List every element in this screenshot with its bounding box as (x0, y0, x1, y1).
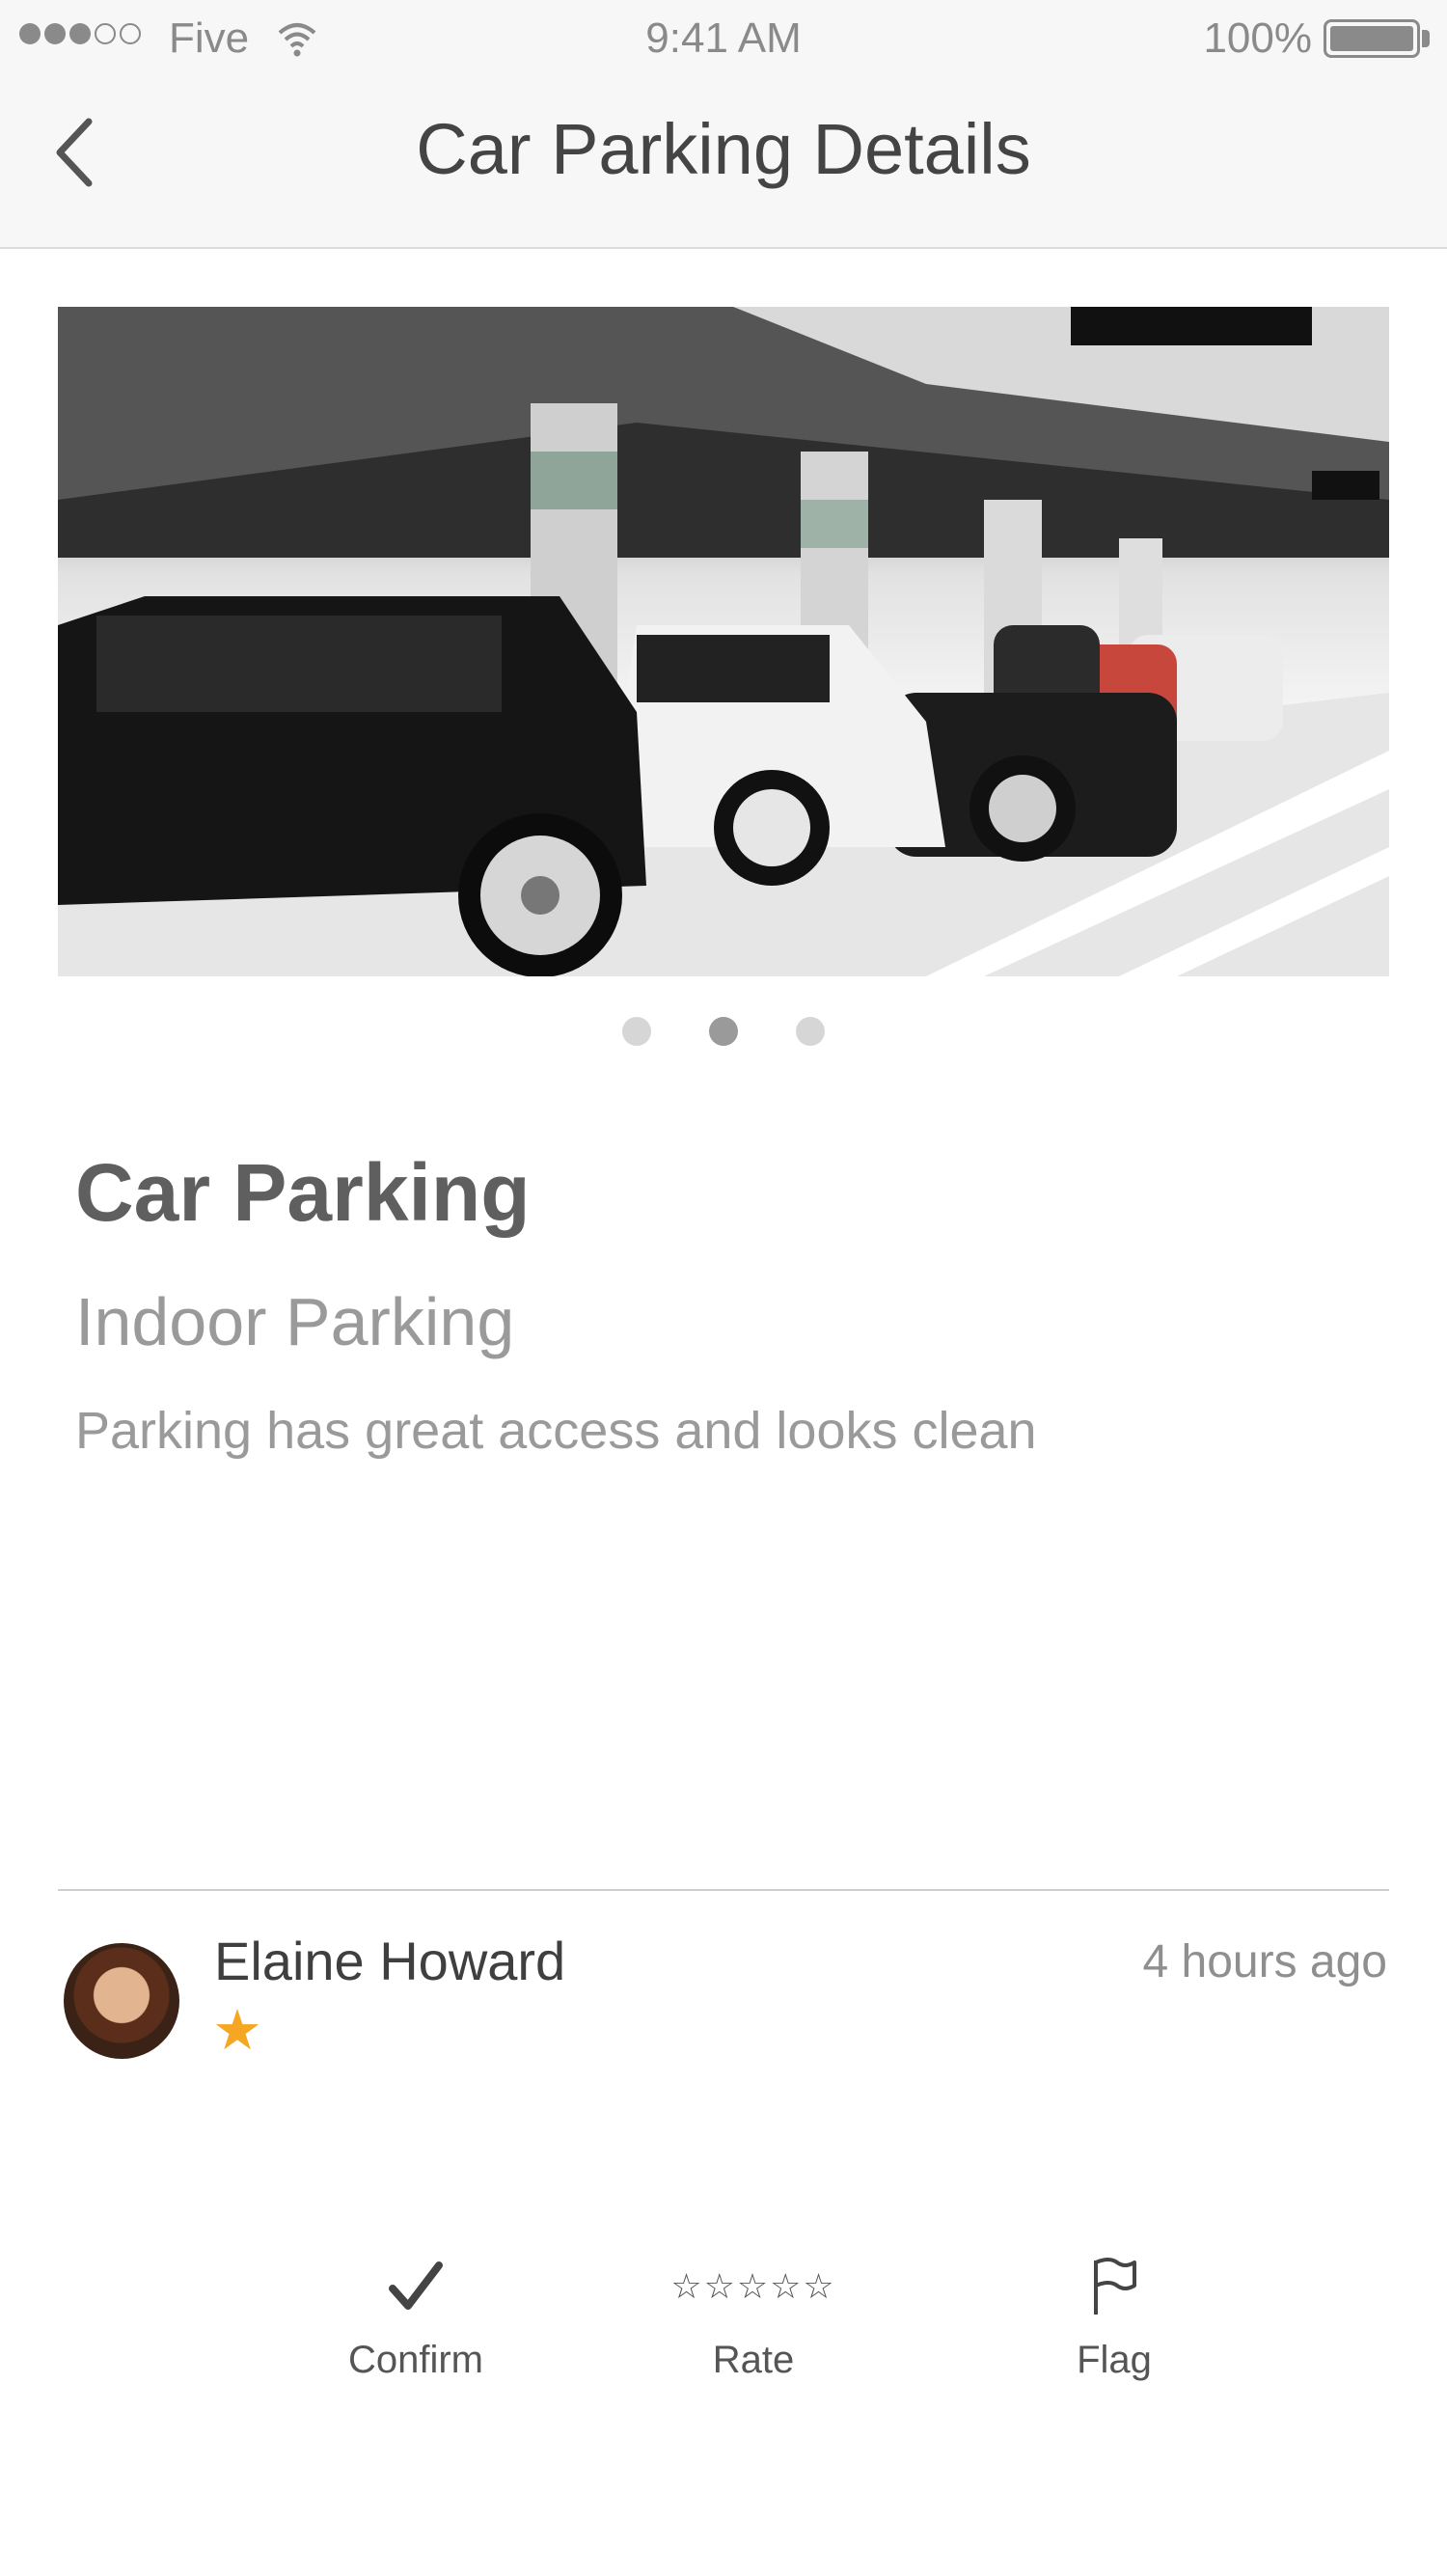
flag-label: Flag (1077, 2339, 1152, 2381)
battery-icon (1324, 19, 1420, 58)
rate-button[interactable]: ☆☆☆☆☆ Rate (628, 2248, 879, 2382)
battery-percentage: 100% (1203, 14, 1312, 62)
confirm-label: Confirm (347, 2339, 484, 2381)
parking-title: Car Parking (75, 1147, 531, 1238)
flag-icon (1094, 2258, 1136, 2315)
pager-dot[interactable] (622, 1017, 651, 1046)
rating-stars-icon: ☆☆☆☆☆ (670, 2266, 836, 2306)
image-pager (0, 1017, 1447, 1046)
avatar[interactable] (64, 1943, 179, 2059)
page-title: Car Parking Details (416, 109, 1031, 189)
rate-label: Rate (712, 2339, 795, 2381)
pager-dot[interactable] (796, 1017, 825, 1046)
screen: Five 9:41 AM 100% Car Parking Details Ca… (0, 0, 1447, 2576)
navigation-header: Five 9:41 AM 100% Car Parking Details (0, 0, 1447, 249)
parking-subtitle: Indoor Parking (75, 1284, 515, 1359)
status-bar: Five 9:41 AM 100% (0, 0, 1447, 77)
confirm-button[interactable]: Confirm (290, 2248, 541, 2382)
review-timestamp: 4 hours ago (1142, 1936, 1387, 1987)
battery-fill (1330, 26, 1413, 51)
parking-description: Parking has great access and looks clean (75, 1402, 1037, 1460)
battery-nub (1422, 30, 1430, 47)
divider (58, 1889, 1389, 1891)
pager-dot-active[interactable] (709, 1017, 738, 1046)
flag-button[interactable]: Flag (989, 2248, 1240, 2382)
star-icon: ★ (212, 1999, 262, 2062)
reviewer-name[interactable]: Elaine Howard (214, 1930, 565, 1992)
checkmark-icon (389, 2261, 443, 2310)
parking-photo[interactable] (58, 307, 1389, 976)
parking-garage-image (58, 307, 1389, 976)
